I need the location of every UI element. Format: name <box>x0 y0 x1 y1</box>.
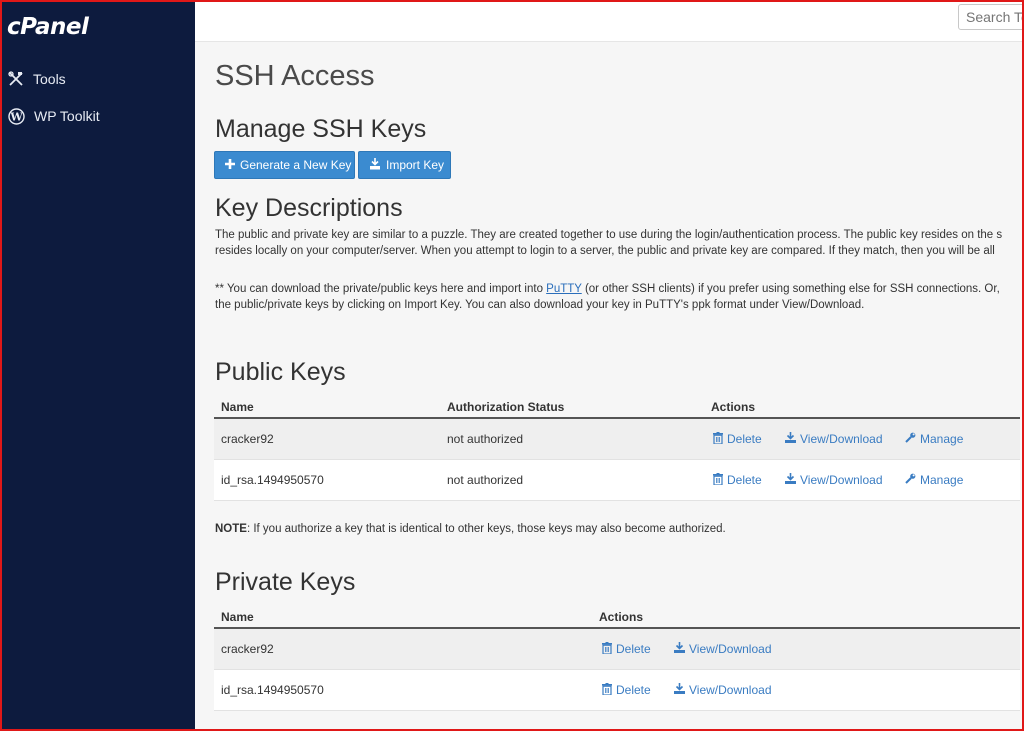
key-name: cracker92 <box>221 642 274 656</box>
manage-link[interactable]: Manage <box>905 432 963 447</box>
manage-label: Manage <box>920 473 964 487</box>
delete-link[interactable]: Delete <box>602 682 674 698</box>
download-info-text: ** You can download the private/public k… <box>215 283 547 295</box>
delete-link[interactable]: Delete <box>602 641 674 657</box>
cpanel-logo[interactable]: cPanel <box>7 14 89 40</box>
view-download-link[interactable]: View/Download <box>785 432 905 447</box>
view-download-label: View/Download <box>689 683 772 697</box>
table-header: Name Actions <box>214 606 1020 629</box>
key-description-paragraph: The public and private key are similar t… <box>215 228 1020 259</box>
download-info-line: ** You can download the private/public k… <box>215 282 1020 298</box>
column-header-name: Name <box>221 609 254 624</box>
tools-icon <box>8 71 24 87</box>
download-info-text: (or other SSH clients) if you prefer usi… <box>581 283 1000 295</box>
table-header: Name Authorization Status Actions <box>214 396 1020 419</box>
download-icon <box>785 432 796 446</box>
key-name: cracker92 <box>221 432 274 446</box>
sidebar: cPanel Tools W WP Toolkit <box>0 0 195 731</box>
view-download-label: View/Download <box>800 473 883 487</box>
trash-icon <box>602 682 612 698</box>
sidebar-item-wp-toolkit[interactable]: W WP Toolkit <box>8 105 100 127</box>
view-download-label: View/Download <box>800 432 883 446</box>
wrench-icon <box>905 473 916 487</box>
view-download-link[interactable]: View/Download <box>674 642 772 657</box>
table-row: cracker92 not authorized Delete View/Dow… <box>214 419 1020 460</box>
view-download-label: View/Download <box>689 642 772 656</box>
putty-link[interactable]: PuTTY <box>546 283 582 295</box>
public-keys-table: Name Authorization Status Actions cracke… <box>214 396 1020 501</box>
description-line: The public and private key are similar t… <box>215 229 1003 241</box>
plus-icon <box>225 158 235 172</box>
key-descriptions-heading: Key Descriptions <box>215 194 403 222</box>
import-key-label: Import Key <box>386 158 445 172</box>
authorization-status: not authorized <box>447 473 524 487</box>
trash-icon <box>713 472 723 488</box>
download-icon <box>674 683 685 697</box>
key-name: id_rsa.1494950570 <box>221 683 324 697</box>
content-scrollbar[interactable] <box>1020 42 1024 731</box>
wordpress-icon: W <box>8 107 25 125</box>
svg-text:W: W <box>9 110 23 123</box>
private-keys-heading: Private Keys <box>215 568 356 596</box>
row-actions: Delete View/Download Manage <box>704 472 1020 488</box>
column-header-actions: Actions <box>599 609 644 624</box>
row-actions: Delete View/Download Manage <box>704 431 1020 447</box>
authorization-note: NOTE: If you authorize a key that is ide… <box>215 523 726 535</box>
delete-label: Delete <box>727 473 762 487</box>
generate-key-label: Generate a New Key <box>240 158 352 172</box>
row-actions: Delete View/Download <box>592 641 992 657</box>
note-label: NOTE <box>215 523 247 535</box>
delete-label: Delete <box>616 642 651 656</box>
public-keys-heading: Public Keys <box>215 358 346 386</box>
manage-label: Manage <box>920 432 964 446</box>
column-header-actions: Actions <box>711 399 756 414</box>
table-row: id_rsa.1494950570 not authorized Delete … <box>214 460 1020 501</box>
sidebar-item-label: WP Toolkit <box>34 108 100 124</box>
private-keys-table: Name Actions cracker92 Delete View/Downl… <box>214 606 1020 711</box>
manage-ssh-keys-heading: Manage SSH Keys <box>215 115 427 143</box>
trash-icon <box>713 431 723 447</box>
key-name: id_rsa.1494950570 <box>221 473 324 487</box>
download-icon <box>674 642 685 656</box>
download-info-paragraph: ** You can download the private/public k… <box>215 282 1020 313</box>
row-actions: Delete View/Download <box>592 682 992 698</box>
download-info-line: the public/private keys by clicking on I… <box>215 298 865 311</box>
download-icon <box>785 473 796 487</box>
description-line: resides locally on your computer/server.… <box>215 244 995 257</box>
delete-link[interactable]: Delete <box>713 472 785 488</box>
manage-link[interactable]: Manage <box>905 473 963 488</box>
delete-label: Delete <box>616 683 651 697</box>
column-header-name: Name <box>221 399 254 414</box>
table-row: id_rsa.1494950570 Delete View/Download <box>214 670 1020 711</box>
note-text: : If you authorize a key that is identic… <box>246 523 726 535</box>
wrench-icon <box>905 432 916 446</box>
page-title: SSH Access <box>215 60 375 92</box>
search-input[interactable] <box>958 4 1024 30</box>
import-icon <box>369 157 381 173</box>
generate-key-button[interactable]: Generate a New Key <box>214 151 355 179</box>
sidebar-item-tools[interactable]: Tools <box>8 68 66 90</box>
delete-label: Delete <box>727 432 762 446</box>
column-header-status: Authorization Status <box>447 399 565 414</box>
view-download-link[interactable]: View/Download <box>674 683 772 698</box>
sidebar-item-label: Tools <box>33 71 66 87</box>
table-row: cracker92 Delete View/Download <box>214 629 1020 670</box>
import-key-button[interactable]: Import Key <box>358 151 451 179</box>
delete-link[interactable]: Delete <box>713 431 785 447</box>
authorization-status: not authorized <box>447 432 524 446</box>
view-download-link[interactable]: View/Download <box>785 473 905 488</box>
top-bar <box>195 0 1024 42</box>
trash-icon <box>602 641 612 657</box>
